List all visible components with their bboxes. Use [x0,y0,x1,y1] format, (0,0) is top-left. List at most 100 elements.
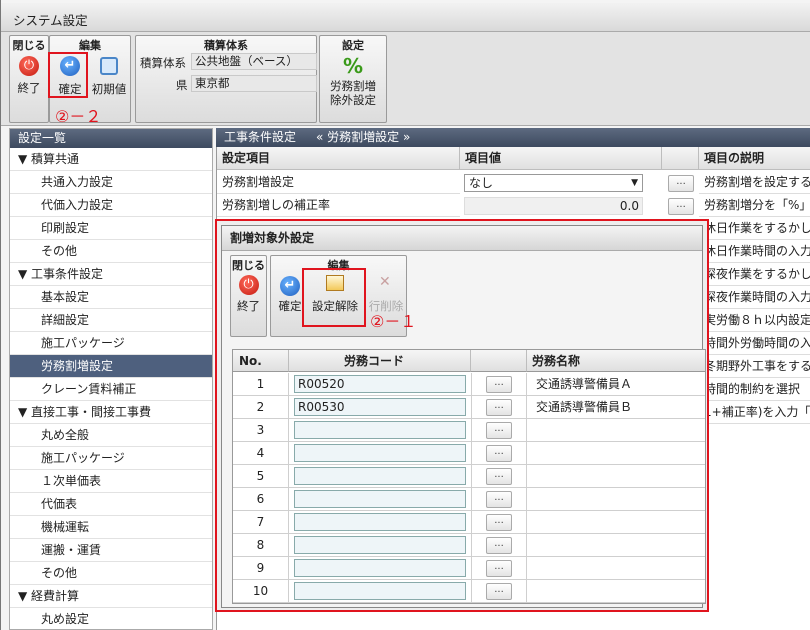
table-row: 7... [233,511,705,534]
dropdown-arrow-icon: ▼ [631,178,638,188]
lookup-button[interactable]: ... [486,537,512,554]
accounting-system-label: 積算体系 [140,56,186,70]
row-number: 1 [233,373,289,396]
lookup-button[interactable]: ... [486,583,512,600]
edit-group-header: 編集 [79,39,101,52]
row-ellipsis-button[interactable]: ... [668,198,694,215]
labor-code-input[interactable] [294,444,466,462]
labor-name: 交通誘導警備員Ａ [536,377,633,391]
tree-item[interactable]: 代価入力設定 [10,194,212,217]
tree-item[interactable]: 詳細設定 [10,309,212,332]
lookup-button[interactable]: ... [486,514,512,531]
row-number: 5 [233,465,289,488]
reset-button[interactable]: 初期値 [88,52,130,100]
labor-code-input[interactable]: R00520 [294,375,466,393]
tree-item[interactable]: 機械運転 [10,516,212,539]
percent-icon: % [343,54,364,78]
settings-group-header: 設定 [342,39,364,52]
column-header-name: 労務名称 [527,350,705,372]
lookup-cell: ... [471,511,527,534]
labor-code-input[interactable] [294,421,466,439]
row-item: 労務割増設定 [217,171,460,194]
labor-name [533,442,705,465]
tree-item[interactable]: 丸め設定 [10,608,212,629]
table-row: 3... [233,419,705,442]
labor-name [533,465,705,488]
tree-item[interactable]: １次単価表 [10,470,212,493]
reset-label: 初期値 [91,82,127,96]
row-description: 深夜作業をするかし [699,263,810,286]
lookup-button[interactable]: ... [486,445,512,462]
tree-item[interactable]: 基本設定 [10,286,212,309]
dialog-exit-button[interactable]: 終了 [231,272,266,316]
lookup-cell: ... [471,465,527,488]
delete-row-icon: ✕ [379,274,391,290]
labor-exclusion-label-2: 除外設定 [330,93,376,107]
lookup-button[interactable]: ... [486,422,512,439]
lookup-cell: ... [471,488,527,511]
lookup-cell: ... [471,442,527,465]
labor-premium-select-value: なし [469,176,494,190]
power-icon [238,275,259,295]
labor-code-input[interactable] [294,513,466,531]
labor-code-table: No. 労務コード 労務名称 1 R00520... 交通誘導警備員Ａ 2 R00530… [232,349,706,604]
lookup-button[interactable]: ... [486,468,512,485]
row-number: 6 [233,488,289,511]
tree-group-item[interactable]: ▼ 工事条件設定 [10,263,212,286]
labor-premium-select[interactable]: なし ▼ [464,174,643,192]
tree-item[interactable]: 施工パッケージ [10,332,212,355]
row-description: 時間的制約を選択 [699,378,810,401]
labor-code-input[interactable]: R00530 [294,398,466,416]
tree-item[interactable]: 印刷設定 [10,217,212,240]
tree-group-item[interactable]: ▼ 直接工事・間接工事費 [10,401,212,424]
exclusion-settings-dialog: 割増対象外設定 閉じる 終了 編集 確定 設定解除 [215,219,709,612]
lookup-cell: ... [471,419,527,442]
column-header-blank [662,147,699,170]
labor-code-input[interactable] [294,536,466,554]
labor-name [533,557,705,580]
labor-exclusion-label-1: 労務割増 [330,79,376,93]
correction-rate-field[interactable]: 0.0 [464,197,643,215]
lookup-button[interactable]: ... [486,560,512,577]
lookup-button[interactable]: ... [486,491,512,508]
exit-button[interactable]: 終了 [10,52,48,100]
row-ellipsis-button[interactable]: ... [668,175,694,192]
labor-code-input[interactable] [294,467,466,485]
dialog-close-header: 閉じる [232,259,265,272]
row-description: 冬期野外工事をする [699,355,810,378]
tree-item[interactable]: その他 [10,240,212,263]
tree-item[interactable]: 労務割増設定 [10,355,212,378]
labor-code-input[interactable] [294,490,466,508]
tree-group-item[interactable]: ▼ 経費計算 [10,585,212,608]
reset-icon [100,57,118,75]
labor-code-input[interactable] [294,559,466,577]
labor-exclusion-button[interactable]: % 労務割増 除外設定 [320,52,386,112]
row-number: 3 [233,419,289,442]
lookup-button[interactable]: ... [486,399,512,416]
annotation-box-confirm [48,52,88,98]
table-row: 10... [233,580,705,603]
tree-item[interactable]: 運搬・運賃 [10,539,212,562]
settings-tree: ▼ 積算共通 共通入力設定 代価入力設定 印刷設定 その他 ▼ 工事条件設定 基本設定 詳細設… [10,148,212,629]
tree-item[interactable]: 施工パッケージ [10,447,212,470]
tree-item[interactable]: 丸め全般 [10,424,212,447]
row-description: 休日作業時間の入力 [699,240,810,263]
tree-item[interactable]: 共通入力設定 [10,171,212,194]
row-number: 10 [233,580,289,603]
tree-item[interactable]: クレーン賃料補正 [10,378,212,401]
row-description: 時間外労働時間の入 [699,332,810,355]
lookup-button[interactable]: ... [486,376,512,393]
labor-name [533,580,705,603]
labor-code-input[interactable] [294,582,466,600]
accounting-system-header: 積算体系 [204,39,248,52]
lookup-cell: ... [471,373,527,396]
lookup-cell: ... [471,396,527,419]
window-title: システム設定 [13,13,88,28]
row-description: 実労働８ｈ以内設定 [699,309,810,332]
tree-item[interactable]: その他 [10,562,212,585]
tree-item[interactable]: 代価表 [10,493,212,516]
settings-list-header: 設定一覧 [10,129,212,148]
annotation-label-2-1: ②－１ [370,312,417,331]
tree-group-item[interactable]: ▼ 積算共通 [10,148,212,171]
dialog-exit-label: 終了 [237,299,260,313]
